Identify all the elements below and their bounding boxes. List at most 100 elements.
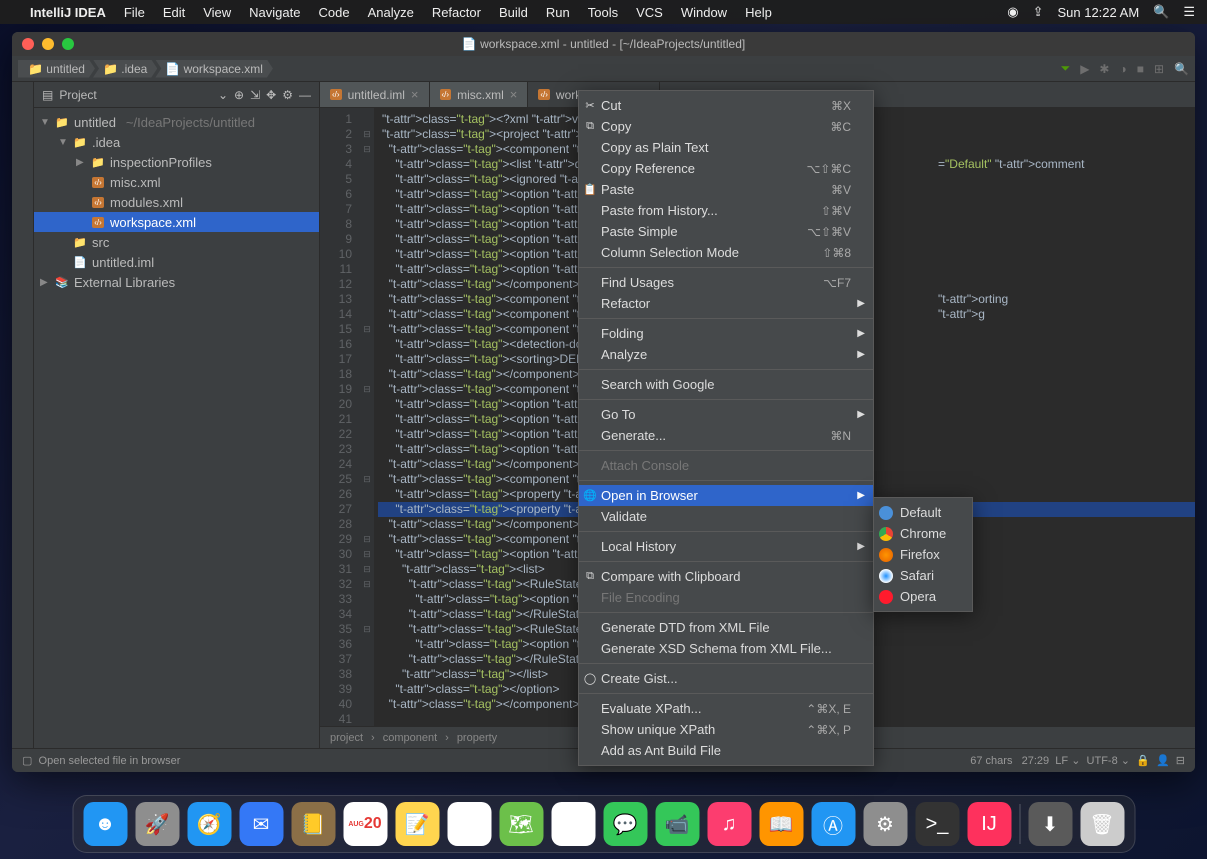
tool-hide-icon[interactable]: — [299, 88, 311, 102]
menu-window[interactable]: Window [681, 5, 727, 20]
tree-item-External-Libraries[interactable]: ▶📚External Libraries [34, 272, 319, 292]
tree-item-modules-xml[interactable]: ‹/›modules.xml [34, 192, 319, 212]
tree-item-untitled-iml[interactable]: 📄untitled.iml [34, 252, 319, 272]
status-lock-icon[interactable]: 🔒 [1136, 754, 1150, 767]
project-tool-label[interactable]: Project [59, 88, 96, 102]
menu-help[interactable]: Help [745, 5, 772, 20]
window-zoom-button[interactable] [62, 38, 74, 50]
dock-app-safari[interactable]: 🧭 [187, 802, 231, 846]
context-menu-item[interactable]: Evaluate XPath...⌃⌘X, E [579, 698, 873, 719]
status-icon[interactable]: ▢ [22, 754, 32, 767]
dock-app-contacts[interactable]: 📒 [291, 802, 335, 846]
context-menu-item[interactable]: ✂Cut⌘X [579, 95, 873, 116]
dock-app-mail[interactable]: ✉ [239, 802, 283, 846]
context-menu-item[interactable]: Copy as Plain Text [579, 137, 873, 158]
tool-locate-icon[interactable]: ⊕ [234, 88, 244, 102]
status-caret-position[interactable]: 27:29 [1022, 755, 1050, 767]
context-menu-item[interactable]: Folding▶ [579, 323, 873, 344]
editor-tab[interactable]: ‹/›misc.xml× [430, 82, 529, 107]
menu-vcs[interactable]: VCS [636, 5, 663, 20]
dock-app-launchpad[interactable]: 🚀 [135, 802, 179, 846]
stop-icon[interactable]: ■ [1137, 62, 1144, 76]
menu-navigate[interactable]: Navigate [249, 5, 300, 20]
tree-item-untitled[interactable]: ▼📁untitled~/IdeaProjects/untitled [34, 112, 319, 132]
browser-option-chrome[interactable]: Chrome [874, 523, 972, 544]
app-name[interactable]: IntelliJ IDEA [30, 5, 106, 20]
tree-item--idea[interactable]: ▼📁.idea [34, 132, 319, 152]
dock-app-intellij[interactable]: IJ [967, 802, 1011, 846]
breadcrumb-item[interactable]: 📁 .idea [93, 60, 157, 78]
dock-app-photos[interactable]: ❀ [551, 802, 595, 846]
tree-item-workspace-xml[interactable]: ‹/›workspace.xml [34, 212, 319, 232]
context-menu-item[interactable]: Analyze▶ [579, 344, 873, 365]
dock-app-finder[interactable]: ☻ [83, 802, 127, 846]
project-tree[interactable]: ▼📁untitled~/IdeaProjects/untitled▼📁.idea… [34, 108, 319, 296]
macos-dock[interactable]: ☻🚀🧭✉📒AUG20📝☑🗺❀💬📹♫📖Ⓐ⚙>_IJ⬇🗑 [72, 795, 1135, 853]
open-in-browser-submenu[interactable]: DefaultChromeFirefoxSafariOpera [873, 497, 973, 612]
context-menu-item[interactable]: 📋Paste⌘V [579, 179, 873, 200]
notification-icon[interactable]: ⇪ [1033, 4, 1044, 20]
context-menu-item[interactable]: Generate XSD Schema from XML File... [579, 638, 873, 659]
run-icon[interactable]: ▶ [1080, 62, 1089, 76]
search-everywhere-icon[interactable]: 🔍 [1174, 62, 1189, 76]
context-menu-item[interactable]: Show unique XPath⌃⌘X, P [579, 719, 873, 740]
context-menu-item[interactable]: Copy Reference⌥⇧⌘C [579, 158, 873, 179]
close-tab-icon[interactable]: × [510, 87, 518, 102]
dock-app-reminders[interactable]: ☑ [447, 802, 491, 846]
editor-context-menu[interactable]: ✂Cut⌘X⧉Copy⌘CCopy as Plain TextCopy Refe… [578, 90, 874, 766]
tool-gear-icon[interactable]: ⚙ [282, 88, 293, 102]
status-encoding[interactable]: UTF-8 ⌄ [1087, 754, 1130, 767]
context-menu-item[interactable]: Add as Ant Build File [579, 740, 873, 761]
tool-settings-icon[interactable]: ✥ [266, 88, 276, 102]
status-inspect-icon[interactable]: 👤 [1156, 754, 1170, 767]
toolbar-icon[interactable]: ⏷ [1061, 61, 1071, 76]
context-menu-item[interactable]: Generate...⌘N [579, 425, 873, 446]
menu-extras-icon[interactable]: ☰ [1183, 4, 1195, 20]
context-menu-item[interactable]: Go To▶ [579, 404, 873, 425]
dock-app-calendar[interactable]: AUG20 [343, 802, 387, 846]
context-menu-item[interactable]: Paste from History...⇧⌘V [579, 200, 873, 221]
spotlight-icon[interactable]: 🔍 [1153, 4, 1169, 20]
context-menu-item[interactable]: Find Usages⌥F7 [579, 272, 873, 293]
tree-item-misc-xml[interactable]: ‹/›misc.xml [34, 172, 319, 192]
dock-app-appstore[interactable]: Ⓐ [811, 802, 855, 846]
left-gutter[interactable] [12, 82, 34, 748]
context-menu-item[interactable]: Local History▶ [579, 536, 873, 557]
menu-build[interactable]: Build [499, 5, 528, 20]
dock-app-preferences[interactable]: ⚙ [863, 802, 907, 846]
coverage-icon[interactable]: ◑ [1119, 62, 1126, 76]
tool-dropdown-icon[interactable]: ⌄ [218, 88, 228, 102]
close-tab-icon[interactable]: × [411, 87, 419, 102]
context-menu-item[interactable]: Paste Simple⌥⇧⌘V [579, 221, 873, 242]
layout-icon[interactable]: ⊞ [1154, 62, 1164, 76]
window-close-button[interactable] [22, 38, 34, 50]
dock-app-trash[interactable]: 🗑 [1080, 802, 1124, 846]
menu-view[interactable]: View [203, 5, 231, 20]
browser-option-opera[interactable]: Opera [874, 586, 972, 607]
menu-tools[interactable]: Tools [588, 5, 618, 20]
dock-app-terminal[interactable]: >_ [915, 802, 959, 846]
status-more-icon[interactable]: ⊟ [1176, 754, 1185, 767]
context-menu-item[interactable]: Refactor▶ [579, 293, 873, 314]
browser-option-default[interactable]: Default [874, 502, 972, 523]
tree-item-inspectionProfiles[interactable]: ▶📁inspectionProfiles [34, 152, 319, 172]
debug-icon[interactable]: ✱ [1099, 62, 1109, 76]
dock-app-maps[interactable]: 🗺 [499, 802, 543, 846]
context-menu-item[interactable]: 🌐Open in Browser▶ [579, 485, 873, 506]
browser-option-safari[interactable]: Safari [874, 565, 972, 586]
browser-option-firefox[interactable]: Firefox [874, 544, 972, 565]
dock-app-facetime[interactable]: 📹 [655, 802, 699, 846]
menu-refactor[interactable]: Refactor [432, 5, 481, 20]
dock-app-ibooks[interactable]: 📖 [759, 802, 803, 846]
menu-file[interactable]: File [124, 5, 145, 20]
window-minimize-button[interactable] [42, 38, 54, 50]
menu-edit[interactable]: Edit [163, 5, 185, 20]
context-menu-item[interactable]: ⧉Compare with Clipboard [579, 566, 873, 587]
siri-icon[interactable]: ◉ [1007, 4, 1018, 20]
context-menu-item[interactable]: Column Selection Mode⇧⌘8 [579, 242, 873, 263]
tree-item-src[interactable]: 📁src [34, 232, 319, 252]
context-menu-item[interactable]: Search with Google [579, 374, 873, 395]
breadcrumb-item[interactable]: 📁 untitled [18, 60, 95, 78]
tool-collapse-icon[interactable]: ⇲ [250, 88, 260, 102]
dock-app-messages[interactable]: 💬 [603, 802, 647, 846]
